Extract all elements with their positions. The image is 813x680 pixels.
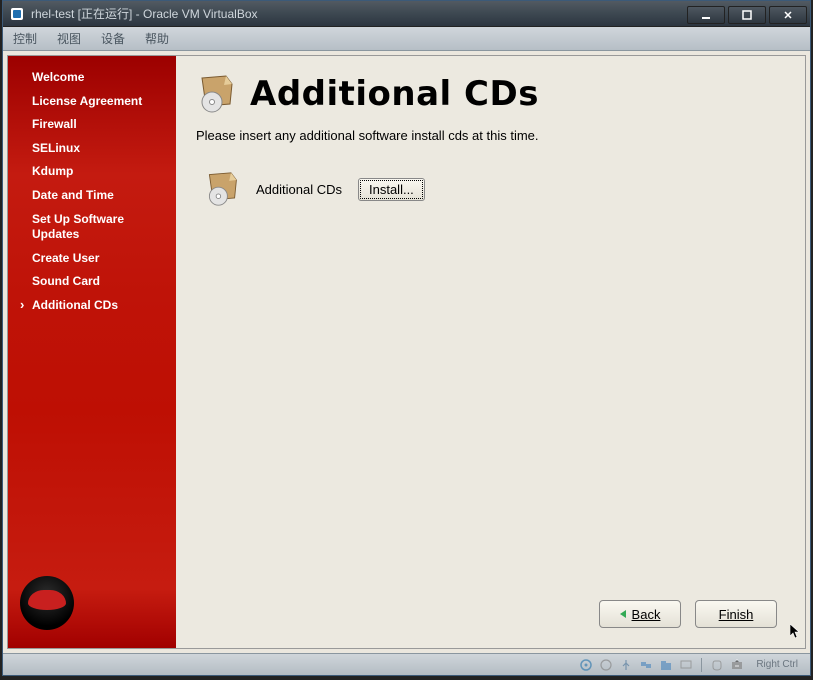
menu-devices[interactable]: 设备	[91, 30, 135, 47]
back-label: Back	[632, 607, 661, 622]
additional-cds-label: Additional CDs	[256, 182, 342, 197]
network-icon[interactable]	[639, 658, 653, 672]
sidebar-item-user[interactable]: Create User	[20, 247, 166, 271]
sidebar-item-additional-cds[interactable]: Additional CDs	[20, 294, 166, 318]
statusbar: Right Ctrl	[3, 653, 810, 675]
main-panel: Additional CDs Please insert any additio…	[176, 56, 805, 648]
sidebar-item-kdump[interactable]: Kdump	[20, 160, 166, 184]
disk-icon[interactable]	[579, 658, 593, 672]
sidebar-item-date[interactable]: Date and Time	[20, 184, 166, 208]
nav-buttons: Back Finish	[196, 592, 785, 636]
sidebar-item-firewall[interactable]: Firewall	[20, 113, 166, 137]
sidebar-item-updates[interactable]: Set Up Software Updates	[20, 208, 166, 247]
sidebar-item-sound[interactable]: Sound Card	[20, 270, 166, 294]
hostkey-label: Right Ctrl	[756, 659, 798, 670]
virtualbox-window: rhel-test [正在运行] - Oracle VM VirtualBox …	[2, 0, 811, 676]
arrow-left-icon	[620, 610, 626, 618]
client-area: Welcome License Agreement Firewall SELin…	[3, 51, 810, 653]
titlebar: rhel-test [正在运行] - Oracle VM VirtualBox	[3, 1, 810, 27]
mouse-integration-icon[interactable]	[710, 658, 724, 672]
page-header: Additional CDs	[196, 74, 785, 114]
close-button[interactable]	[769, 6, 807, 24]
sidebar-item-license[interactable]: License Agreement	[20, 90, 166, 114]
sidebar-item-selinux[interactable]: SELinux	[20, 137, 166, 161]
install-button[interactable]: Install...	[358, 178, 425, 201]
menu-control[interactable]: 控制	[3, 30, 47, 47]
firstboot-window: Welcome License Agreement Firewall SELin…	[7, 55, 806, 649]
menubar: 控制 视图 设备 帮助	[3, 27, 810, 51]
keyboard-capture-icon[interactable]	[730, 658, 744, 672]
additional-cds-row: Additional CDs Install...	[204, 171, 785, 207]
finish-label: Finish	[719, 607, 754, 622]
window-controls	[687, 4, 810, 24]
sidebar-item-welcome[interactable]: Welcome	[20, 66, 166, 90]
shared-folder-icon[interactable]	[659, 658, 673, 672]
virtualbox-icon	[9, 6, 25, 22]
menu-view[interactable]: 视图	[47, 30, 91, 47]
finish-button[interactable]: Finish	[695, 600, 777, 628]
back-button[interactable]: Back	[599, 600, 681, 628]
display-icon[interactable]	[679, 658, 693, 672]
window-title: rhel-test [正在运行] - Oracle VM VirtualBox	[31, 5, 687, 22]
menu-help[interactable]: 帮助	[135, 30, 179, 47]
minimize-button[interactable]	[687, 6, 725, 24]
maximize-button[interactable]	[728, 6, 766, 24]
page-title: Additional CDs	[250, 74, 539, 114]
redhat-logo-icon	[20, 576, 74, 630]
sidebar: Welcome License Agreement Firewall SELin…	[8, 56, 176, 648]
package-cd-icon	[196, 74, 236, 114]
package-cd-small-icon	[204, 171, 240, 207]
usb-icon[interactable]	[619, 658, 633, 672]
optical-icon[interactable]	[599, 658, 613, 672]
page-description: Please insert any additional software in…	[196, 128, 785, 143]
